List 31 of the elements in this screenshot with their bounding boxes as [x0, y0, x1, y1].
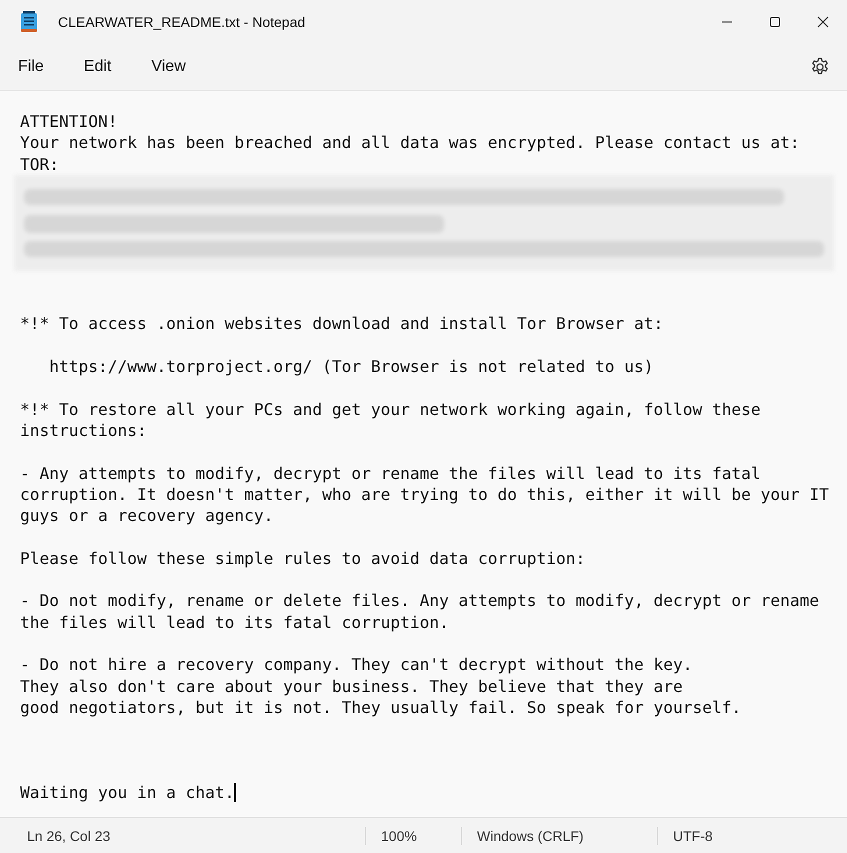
settings-icon[interactable]: [810, 57, 830, 77]
text-line: Please follow these simple rules to avoid data corruption:: [20, 548, 586, 570]
line-endings: Windows (CRLF): [476, 828, 585, 844]
text-line: Waiting you in a chat.: [20, 782, 234, 804]
notepad-icon: [20, 11, 38, 33]
text-line: https://www.torproject.org/ (Tor Browser is not related to us): [48, 356, 654, 378]
text-line: - Any attempts to modify, decrypt or rename the files will lead to its fatal: [20, 462, 761, 484]
text-line: - Do not modify, rename or delete files. Any attempts to modify, decrypt or rename: [20, 590, 820, 612]
text-line: corruption. It doesn't matter, who are trying to do this, either it will be your IT: [20, 484, 829, 506]
text-line: Your network has been breached and all data was encrypted. Please contact us at:: [20, 132, 800, 154]
text-line: instructions:: [20, 420, 147, 442]
menu-item[interactable]: File: [8, 52, 54, 82]
text-area[interactable]: [0, 91, 847, 817]
encoding: UTF-8: [672, 828, 714, 844]
text-line: the files will lead to its fatal corruption.: [20, 612, 449, 633]
text-cursor: [234, 783, 236, 802]
text-line: good negotiators, but it is not. They usually fail. So speak for yourself.: [20, 696, 742, 718]
close-icon: [817, 16, 829, 28]
text-line: They also don't care about your business. They believe that they are: [20, 676, 683, 697]
text-line: *!* To restore all your PCs and get your network working again, follow these: [20, 398, 761, 420]
maximize-icon: [769, 16, 781, 28]
zoom-level: 100%: [380, 828, 418, 844]
text-line: ATTENTION!: [20, 111, 118, 132]
text-line: *!* To access .onion websites download and install Tor Browser at:: [20, 313, 664, 335]
cursor-position: Ln 26, Col 23: [26, 828, 112, 844]
text-line: - Do not hire a recovery company. They can't decrypt without the key.: [20, 654, 692, 676]
menu-item[interactable]: Edit: [74, 52, 122, 82]
text-line: TOR:: [20, 154, 59, 175]
text-line: guys or a recovery agency.: [20, 505, 274, 526]
window-title: CLEARWATER_README.txt - Notepad: [58, 14, 306, 30]
menu-item[interactable]: View: [141, 52, 196, 82]
